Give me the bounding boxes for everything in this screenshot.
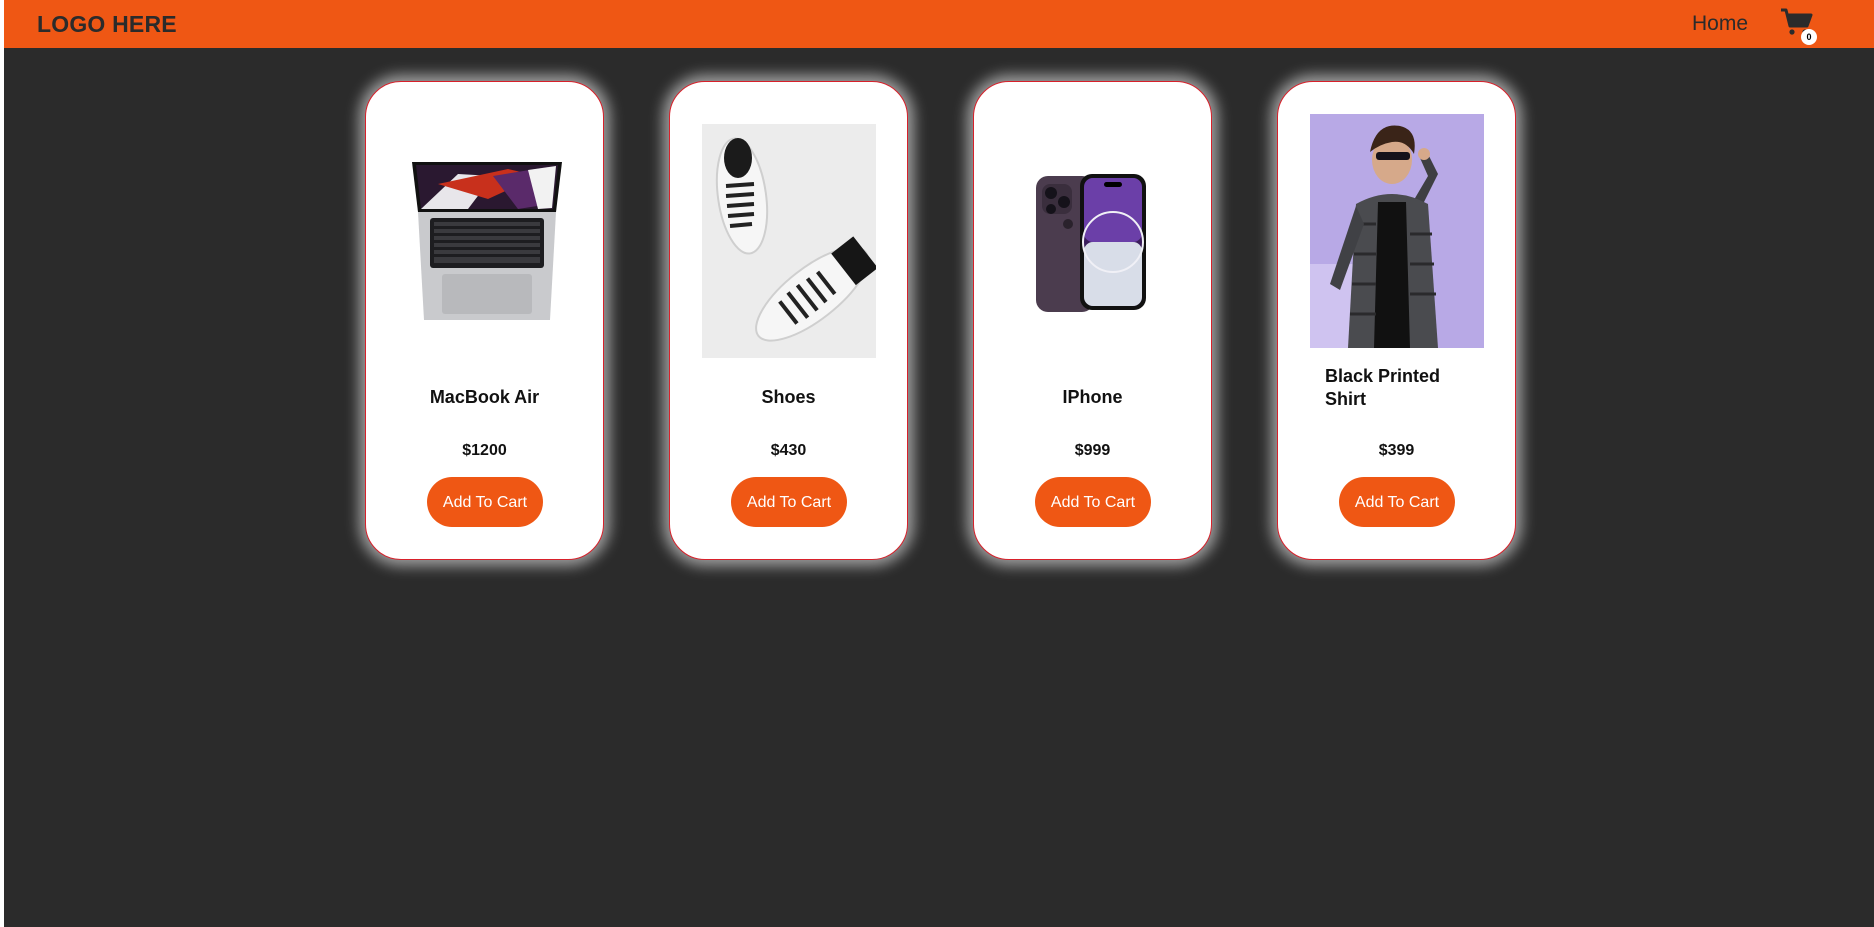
add-to-cart-button[interactable]: Add To Cart [427, 477, 543, 527]
sneakers-image [702, 124, 878, 358]
shirt-model-image [1310, 114, 1484, 348]
page-background: LOGO HERE Home 0 MacBook Air $1200 Add T… [4, 0, 1874, 927]
phone-image [1006, 114, 1180, 348]
product-title: Shoes [761, 387, 816, 407]
cart-count-badge: 0 [1801, 29, 1817, 45]
product-price: $999 [1074, 442, 1111, 459]
nav-link-home[interactable]: Home [1692, 12, 1748, 36]
product-card: Black Printed Shirt $399 Add To Cart [1277, 81, 1516, 560]
cart-button[interactable]: 0 [1780, 7, 1817, 45]
laptop-image [398, 114, 572, 348]
product-card: Shoes $430 Add To Cart [669, 81, 908, 560]
logo[interactable]: LOGO HERE [37, 11, 177, 38]
product-title: MacBook Air [429, 387, 540, 407]
product-title: IPhone [1062, 387, 1123, 407]
navbar: LOGO HERE Home 0 [4, 0, 1874, 48]
product-price: $430 [770, 442, 807, 459]
product-title: Black Printed Shirt [1325, 366, 1441, 409]
product-card: IPhone $999 Add To Cart [973, 81, 1212, 560]
product-price: $1200 [462, 442, 507, 459]
add-to-cart-button[interactable]: Add To Cart [1035, 477, 1151, 527]
product-card: MacBook Air $1200 Add To Cart [365, 81, 604, 560]
add-to-cart-button[interactable]: Add To Cart [731, 477, 847, 527]
add-to-cart-button[interactable]: Add To Cart [1339, 477, 1455, 527]
product-price: $399 [1378, 442, 1415, 459]
